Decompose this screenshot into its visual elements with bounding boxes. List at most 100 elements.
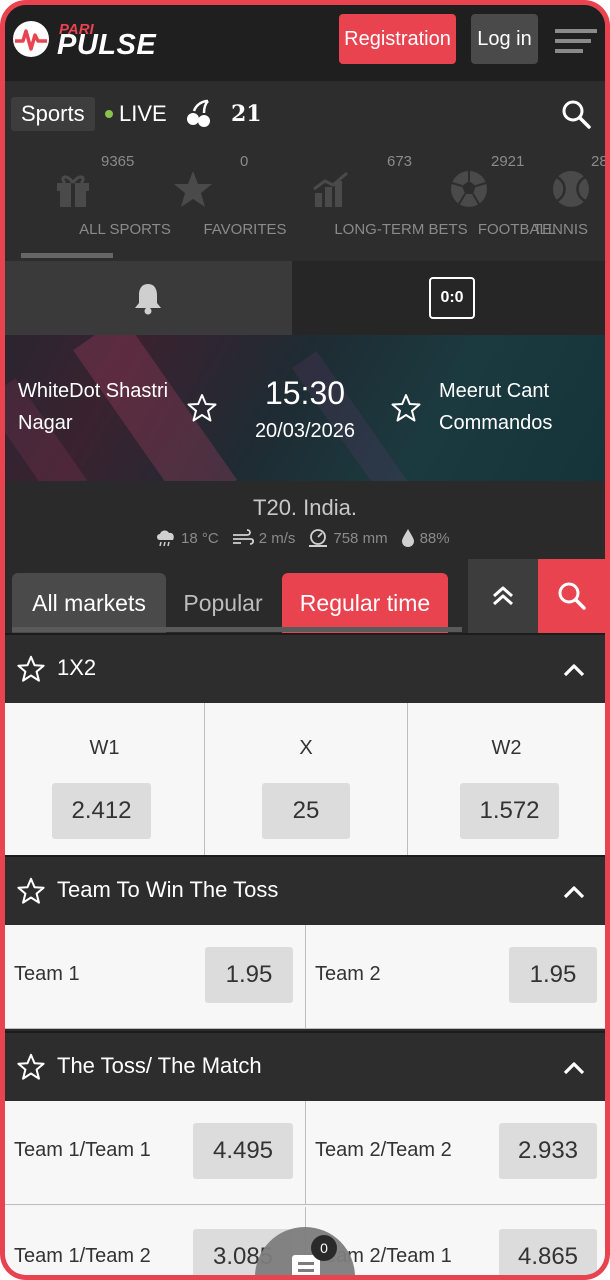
category-count: 673	[387, 153, 413, 170]
odd-button[interactable]: 4.495	[193, 1123, 293, 1179]
category-tennis[interactable]: 28 TENNIS	[533, 147, 605, 261]
category-count: 28	[591, 153, 605, 170]
match-date: 20/03/2026	[254, 420, 356, 442]
score-icon: 0:0	[429, 277, 475, 319]
star-icon	[174, 171, 212, 207]
odd-button[interactable]: 1.572	[460, 783, 559, 839]
favorite-away-star-icon[interactable]	[391, 393, 421, 423]
tab-all-markets[interactable]: All markets	[12, 573, 166, 633]
market-title: 1X2	[57, 655, 97, 680]
chevron-up-icon[interactable]	[561, 879, 587, 905]
tabs-underline	[12, 627, 462, 632]
league-title: T20. India.	[253, 495, 357, 520]
favorite-market-star-icon[interactable]	[17, 877, 45, 905]
double-chevron-up-icon	[493, 586, 513, 606]
nav-sports-tab[interactable]: Sports	[11, 97, 95, 131]
market-header-1x2[interactable]: 1X2	[5, 633, 605, 703]
outcome-cell[interactable]: Team 2 1.95	[306, 925, 605, 1029]
tennis-ball-icon	[553, 171, 589, 207]
weather-info: 18 °C 2 m/s 758 mm 88%	[155, 527, 462, 549]
odd-button[interactable]: 2.412	[52, 783, 151, 839]
outcome-label: Team 2	[315, 963, 381, 985]
football-icon	[451, 171, 487, 207]
category-count: 9365	[101, 153, 135, 170]
outcome-cell[interactable]: W2 1.572	[408, 703, 605, 855]
market-search-button[interactable]	[538, 559, 605, 633]
bar-chart-icon	[313, 171, 348, 207]
water-drop-icon	[401, 529, 414, 547]
cherry-icon[interactable]	[186, 99, 212, 129]
wind-icon	[232, 529, 254, 545]
sports-navbar: Sports LIVE 21	[5, 81, 605, 147]
match-time: 15:30	[264, 375, 346, 411]
outcome-label: W1	[89, 737, 120, 759]
market-outcomes-toss: Team 1 1.95 Team 2 1.95	[5, 925, 605, 1029]
category-count: 0	[240, 153, 249, 170]
registration-button[interactable]: Registration	[339, 14, 456, 64]
bell-icon	[135, 284, 161, 315]
humidity-value: 88%	[419, 529, 450, 547]
search-icon	[558, 582, 586, 610]
odd-button[interactable]: 1.95	[205, 947, 293, 1003]
odd-button[interactable]: 2.933	[499, 1123, 597, 1179]
favorite-market-star-icon[interactable]	[17, 1053, 45, 1081]
weather-humidity: 88%	[400, 528, 450, 548]
chevron-up-icon[interactable]	[561, 657, 587, 683]
app-frame: PARI PULSE Registration Log in Sports LI…	[0, 0, 610, 1280]
favorite-home-star-icon[interactable]	[187, 393, 217, 423]
outcome-cell[interactable]: Team 1 1.95	[5, 925, 306, 1029]
search-icon[interactable]	[561, 99, 591, 129]
collapse-all-button[interactable]	[468, 559, 538, 633]
temperature-value: 18 °C	[181, 529, 219, 547]
logo-text-main: PULSE	[57, 29, 157, 61]
market-header-toss[interactable]: Team To Win The Toss	[5, 855, 605, 925]
outcome-label: Team 1/Team 2	[14, 1245, 151, 1267]
outcome-label: X	[299, 737, 313, 759]
outcome-cell[interactable]: Team 1/Team 1 4.495	[5, 1101, 306, 1205]
weather-pressure: 758 mm	[307, 528, 388, 548]
odd-button[interactable]: 4.865	[499, 1229, 597, 1275]
live-dot	[105, 110, 113, 118]
event-subtabs: 0:0	[5, 261, 605, 335]
market-tabs: All markets Popular Regular time	[5, 559, 605, 633]
market-outcomes-1x2: W1 2.412 X 25 W2 1.572	[5, 703, 605, 855]
category-label: TENNIS	[533, 221, 589, 238]
tab-popular[interactable]: Popular	[173, 573, 273, 633]
outcome-cell[interactable]: X 25	[205, 703, 408, 855]
tab-regular-time[interactable]: Regular time	[282, 573, 448, 633]
category-all-sports[interactable]: 9365 ALL SPORTS	[13, 147, 171, 261]
outcome-label: Team 1	[14, 963, 80, 985]
logo[interactable]: PARI PULSE	[11, 17, 181, 69]
pressure-value: 758 mm	[333, 529, 388, 547]
market-title: Team To Win The Toss	[57, 877, 279, 902]
gift-icon	[57, 175, 89, 207]
category-football[interactable]: 2921 FOOTBALL	[421, 147, 556, 261]
nav-live-label: LIVE	[119, 101, 167, 126]
outcome-label: Team 1/Team 1	[14, 1139, 151, 1161]
sport-categories: 9365 ALL SPORTS 0 FAVORITES 673 LONG-TER…	[5, 147, 605, 261]
favorite-market-star-icon[interactable]	[17, 655, 45, 683]
top-header: PARI PULSE Registration Log in	[5, 5, 605, 81]
pressure-gauge-icon	[309, 529, 328, 547]
notifications-tab[interactable]	[5, 261, 292, 335]
hamburger-menu-icon[interactable]	[553, 27, 599, 55]
category-favorites[interactable]: 0 FAVORITES	[145, 147, 287, 261]
market-title: The Toss/ The Match	[57, 1053, 262, 1078]
odd-button[interactable]: 25	[262, 783, 350, 839]
outcome-cell[interactable]: W1 2.412	[5, 703, 205, 855]
login-button[interactable]: Log in	[471, 14, 538, 64]
active-category-indicator	[21, 253, 113, 258]
blackjack-tab[interactable]: 21	[231, 101, 262, 127]
away-team-name: Meerut Cant Commandos	[439, 380, 553, 434]
league-info: T20. India. 18 °C 2 m/s 758 mm 88%	[5, 481, 605, 559]
scoreboard-tab[interactable]: 0:0	[292, 261, 605, 335]
nav-live-tab[interactable]: LIVE	[105, 101, 167, 127]
home-team-name: WhiteDot Shastri Nagar	[18, 380, 169, 434]
chevron-up-icon[interactable]	[561, 1055, 587, 1081]
odd-button[interactable]: 1.95	[509, 947, 597, 1003]
category-long-term-bets[interactable]: 673 LONG-TERM BETS	[261, 147, 468, 261]
wind-value: 2 m/s	[258, 529, 296, 547]
outcome-cell[interactable]: Team 2/Team 2 2.933	[306, 1101, 605, 1205]
market-header-toss-match[interactable]: The Toss/ The Match	[5, 1031, 605, 1101]
bet-slip-count-badge: 0	[311, 1235, 337, 1261]
